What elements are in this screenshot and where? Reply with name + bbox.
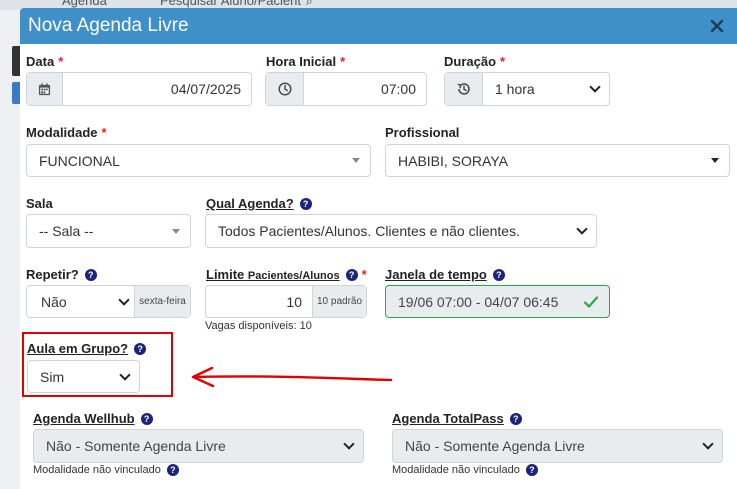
- profissional-select[interactable]: HABIBI, SORAYA: [385, 144, 730, 177]
- chevron-down-icon: [589, 81, 601, 93]
- profissional-value: HABIBI, SORAYA: [398, 152, 508, 169]
- repetir-label: Repetir??: [26, 267, 97, 282]
- qual-agenda-value: Todos Pacientes/Alunos. Clientes e não c…: [218, 223, 520, 239]
- help-icon[interactable]: ?: [134, 342, 147, 355]
- totalpass-value: Não - Somente Agenda Livre: [405, 438, 585, 454]
- modalidade-value: FUNCIONAL: [39, 152, 120, 169]
- chevron-down-icon: [576, 223, 588, 235]
- chevron-down-icon: [119, 368, 131, 381]
- help-icon[interactable]: ?: [299, 197, 312, 210]
- background-sidebar: [0, 10, 20, 489]
- background-block: [12, 82, 20, 104]
- history-icon: [445, 73, 483, 105]
- data-label: Data *: [26, 54, 64, 69]
- background-tab-agenda: Agenda: [62, 0, 107, 8]
- repetir-field[interactable]: Não sexta-feira: [26, 285, 191, 318]
- annotation-arrow: [191, 366, 393, 388]
- background-block: [12, 46, 20, 76]
- limite-field[interactable]: 10 10 padrão: [205, 285, 367, 318]
- help-icon[interactable]: ?: [84, 268, 97, 281]
- duracao-value: 1 hora: [495, 81, 535, 97]
- modalidade-label: Modalidade *: [26, 125, 107, 140]
- totalpass-select: Não - Somente Agenda Livre: [392, 429, 723, 463]
- repetir-weekday: sexta-feira: [134, 286, 190, 317]
- qual-agenda-label: Qual Agenda??: [206, 196, 312, 211]
- janela-value: 19/06 07:00 - 04/07 06:45: [398, 293, 559, 310]
- check-icon: [583, 295, 599, 308]
- repetir-value[interactable]: Não: [27, 294, 120, 310]
- caret-down-icon: [352, 158, 360, 163]
- sala-label: Sala: [26, 196, 53, 211]
- hora-inicial-input[interactable]: 07:00: [304, 81, 426, 97]
- chevron-down-icon: [702, 438, 714, 450]
- background-tab-pesquisar: Pesquisar Aluno/Pacient: [160, 0, 301, 8]
- modal-header: Nova Agenda Livre: [20, 8, 737, 44]
- aula-grupo-select[interactable]: Sim: [27, 360, 140, 393]
- data-field[interactable]: 04/07/2025: [26, 72, 252, 106]
- help-icon[interactable]: ?: [492, 268, 505, 281]
- modalidade-select[interactable]: FUNCIONAL: [26, 144, 371, 177]
- duracao-select[interactable]: 1 hora: [444, 72, 610, 106]
- janela-field: 19/06 07:00 - 04/07 06:45: [385, 285, 610, 318]
- caret-down-icon: [711, 158, 719, 163]
- hora-inicial-label: Hora Inicial *: [266, 54, 346, 69]
- wellhub-note: Modalidade não vinculado?: [33, 464, 179, 476]
- qual-agenda-select[interactable]: Todos Pacientes/Alunos. Clientes e não c…: [205, 214, 597, 248]
- aula-grupo-value: Sim: [40, 368, 65, 385]
- help-icon[interactable]: ?: [345, 268, 358, 281]
- nova-agenda-modal: Nova Agenda Livre Data * 04/07/2025 Hora …: [20, 8, 737, 489]
- modal-title: Nova Agenda Livre: [28, 15, 189, 36]
- sala-value: -- Sala --: [39, 223, 94, 239]
- totalpass-note: Modalidade não vinculado?: [392, 464, 538, 476]
- wellhub-value: Não - Somente Agenda Livre: [46, 438, 226, 454]
- help-icon[interactable]: ?: [525, 464, 538, 476]
- calendar-icon[interactable]: [27, 73, 63, 105]
- sala-select[interactable]: -- Sala --: [26, 214, 191, 248]
- aula-grupo-label: Aula em Grupo??: [27, 341, 147, 356]
- profissional-label: Profissional: [385, 125, 460, 140]
- data-input[interactable]: 04/07/2025: [63, 81, 251, 97]
- hora-inicial-field[interactable]: 07:00: [265, 72, 427, 106]
- chevron-down-icon: [118, 293, 130, 306]
- vagas-disponiveis: Vagas disponíveis: 10: [205, 320, 312, 332]
- duracao-label: Duração *: [444, 54, 506, 69]
- help-icon[interactable]: ?: [509, 412, 522, 425]
- wellhub-label: Agenda Wellhub?: [33, 411, 153, 426]
- help-icon[interactable]: ?: [140, 412, 153, 425]
- help-icon[interactable]: ?: [166, 464, 179, 476]
- wellhub-select: Não - Somente Agenda Livre: [33, 429, 364, 463]
- janela-label: Janela de tempo?: [385, 267, 505, 282]
- clock-icon[interactable]: [266, 73, 304, 105]
- limite-default: 10 padrão: [312, 286, 366, 317]
- close-icon[interactable]: [709, 18, 725, 34]
- limite-label: Limite Pacientes/Alunos? *: [206, 267, 367, 282]
- caret-down-icon: [172, 228, 180, 234]
- totalpass-label: Agenda TotalPass?: [392, 411, 522, 426]
- chevron-down-icon: [343, 438, 355, 450]
- limite-input[interactable]: 10: [206, 294, 312, 310]
